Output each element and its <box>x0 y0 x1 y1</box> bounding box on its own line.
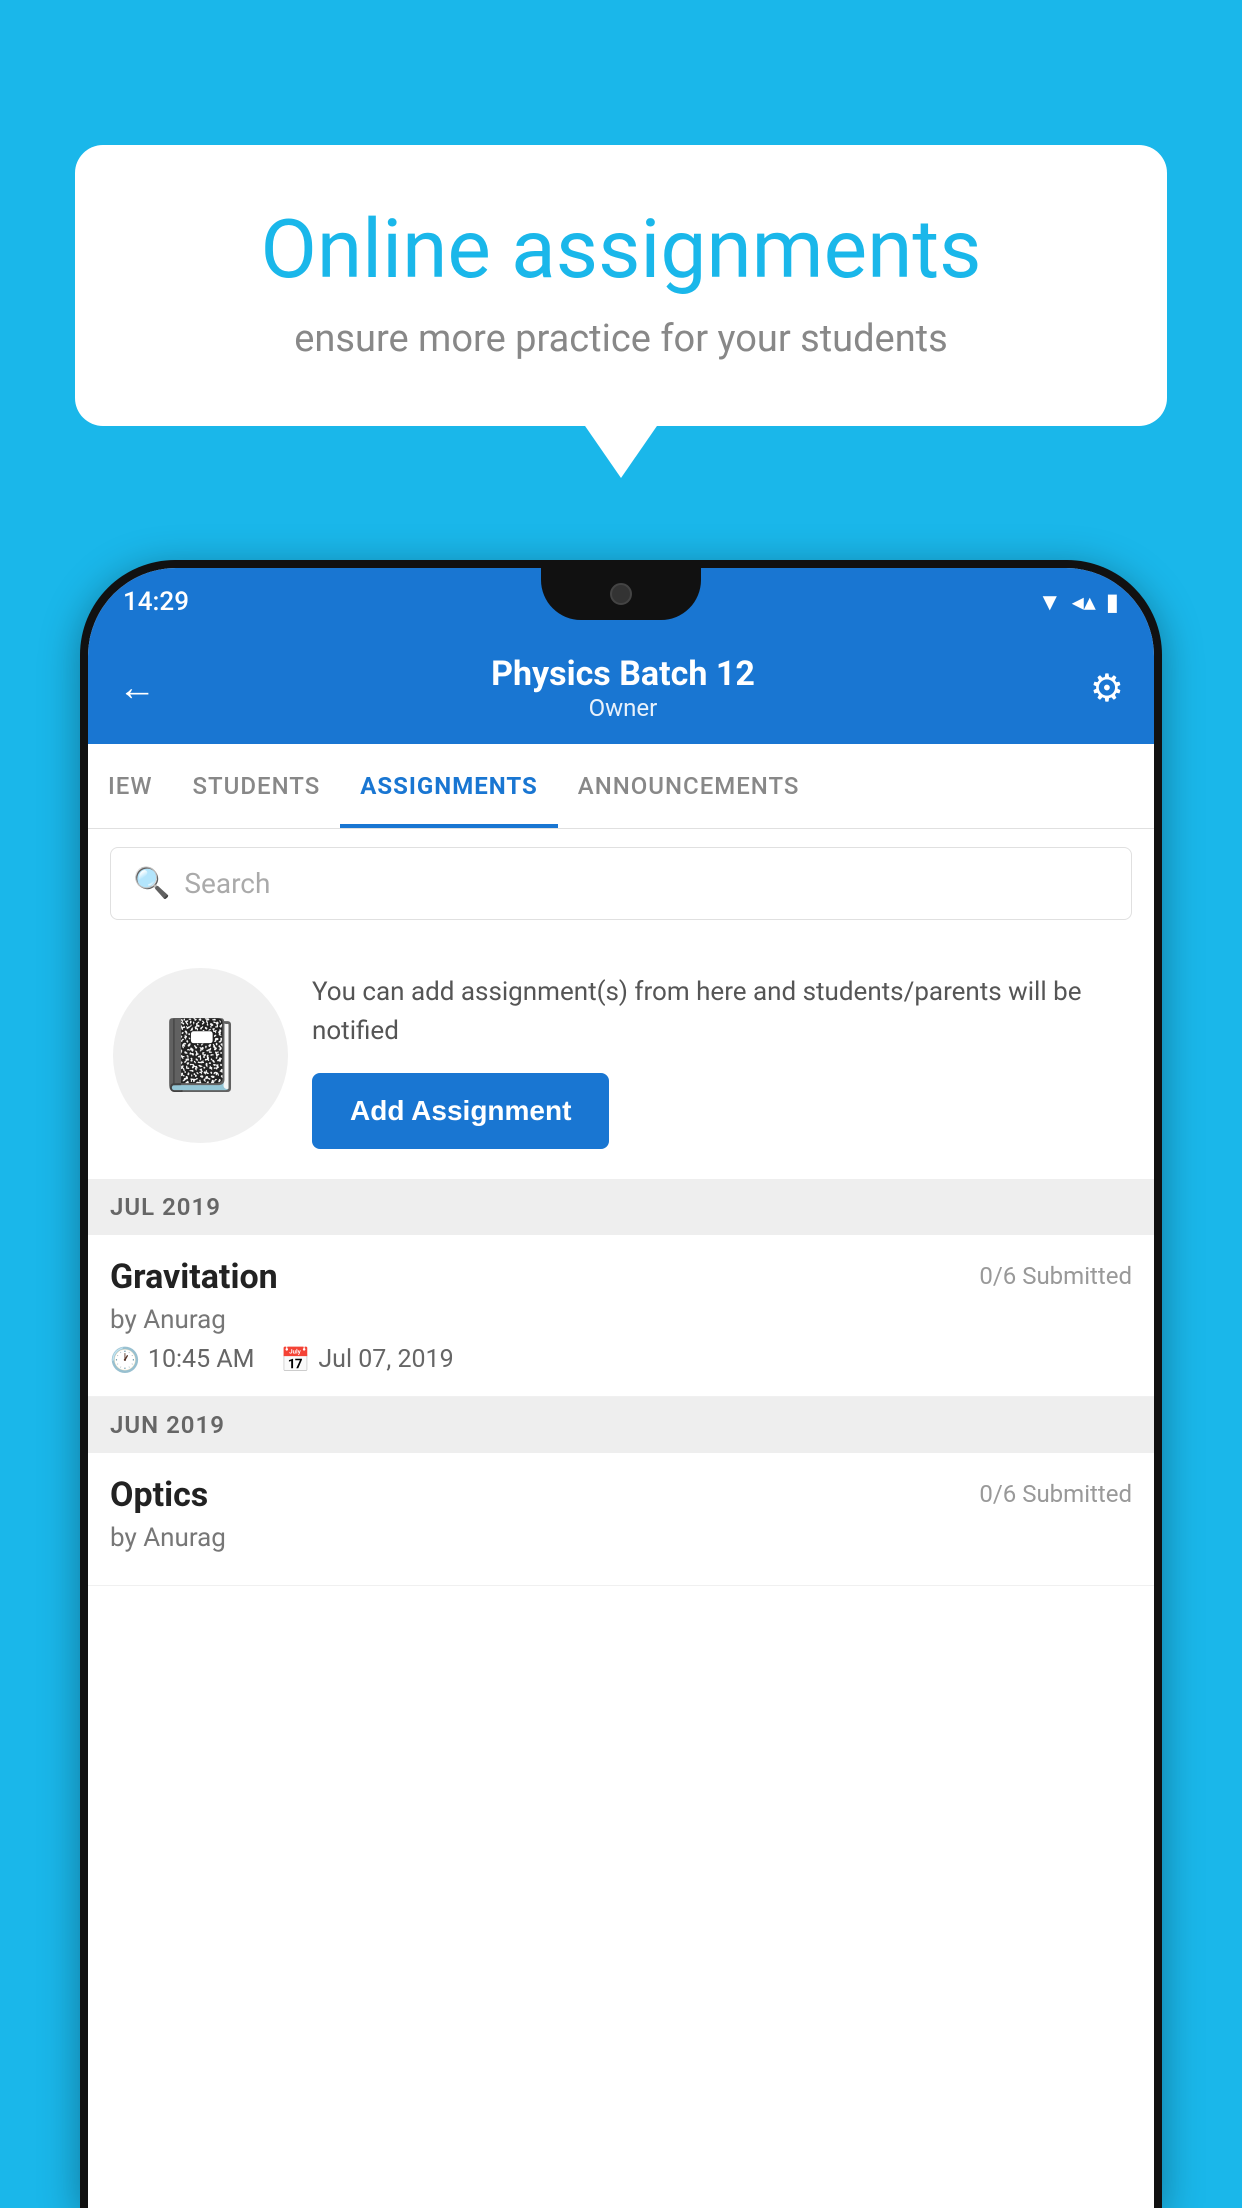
tabs-bar: IEW STUDENTS ASSIGNMENTS ANNOUNCEMENTS <box>88 744 1154 829</box>
notch <box>541 568 701 620</box>
camera <box>610 583 632 605</box>
status-time: 14:29 <box>123 587 189 617</box>
search-placeholder: Search <box>184 867 270 900</box>
section-jul-2019: JUL 2019 <box>88 1179 1154 1235</box>
meta-time-value: 10:45 AM <box>148 1345 255 1374</box>
assignment-submitted: 0/6 Submitted <box>979 1257 1132 1290</box>
meta-date: 📅 Jul 07, 2019 <box>280 1345 453 1374</box>
header-center: Physics Batch 12 Owner <box>491 654 755 722</box>
settings-icon[interactable]: ⚙ <box>1090 666 1124 711</box>
signal-icon: ◂▴ <box>1072 588 1096 616</box>
assignment-top-row-optics: Optics 0/6 Submitted <box>110 1475 1132 1515</box>
tab-iew[interactable]: IEW <box>88 744 172 828</box>
screen-body: 🔍 Search 📓 You can add assignment(s) fro… <box>88 829 1154 2208</box>
assignment-item-optics[interactable]: Optics 0/6 Submitted by Anurag <box>88 1453 1154 1586</box>
header-title: Physics Batch 12 <box>491 654 755 694</box>
meta-time: 🕐 10:45 AM <box>110 1345 254 1374</box>
speech-bubble-container: Online assignments ensure more practice … <box>75 145 1167 426</box>
search-container: 🔍 Search <box>88 829 1154 938</box>
bubble-title: Online assignments <box>145 205 1097 295</box>
meta-date-value: Jul 07, 2019 <box>318 1345 453 1374</box>
promo-section: 📓 You can add assignment(s) from here an… <box>88 938 1154 1179</box>
search-bar[interactable]: 🔍 Search <box>110 847 1132 920</box>
phone-frame: 14:29 ▼ ◂▴ ▮ ← Physics Batch 12 Owner ⚙ … <box>80 560 1162 2208</box>
clock-icon: 🕐 <box>110 1346 140 1374</box>
assignment-item-gravitation[interactable]: Gravitation 0/6 Submitted by Anurag 🕐 10… <box>88 1235 1154 1397</box>
header-subtitle: Owner <box>491 694 755 722</box>
bubble-subtitle: ensure more practice for your students <box>145 317 1097 361</box>
assignment-name: Gravitation <box>110 1257 278 1297</box>
app-header: ← Physics Batch 12 Owner ⚙ <box>88 636 1154 744</box>
assignment-name-optics: Optics <box>110 1475 208 1515</box>
back-button[interactable]: ← <box>118 666 156 710</box>
notebook-icon: 📓 <box>157 1015 244 1097</box>
search-icon: 🔍 <box>133 866 170 901</box>
status-bar: 14:29 ▼ ◂▴ ▮ <box>88 568 1154 636</box>
battery-icon: ▮ <box>1106 588 1119 616</box>
tab-assignments[interactable]: ASSIGNMENTS <box>340 744 558 828</box>
promo-icon-circle: 📓 <box>113 968 288 1143</box>
assignment-by: by Anurag <box>110 1305 1132 1335</box>
wifi-icon: ▼ <box>1038 588 1062 617</box>
add-assignment-button[interactable]: Add Assignment <box>312 1073 609 1149</box>
tab-students[interactable]: STUDENTS <box>172 744 340 828</box>
speech-bubble: Online assignments ensure more practice … <box>75 145 1167 426</box>
section-jun-2019: JUN 2019 <box>88 1397 1154 1453</box>
promo-right: You can add assignment(s) from here and … <box>312 968 1129 1149</box>
assignment-meta: 🕐 10:45 AM 📅 Jul 07, 2019 <box>110 1345 1132 1374</box>
assignment-top-row: Gravitation 0/6 Submitted <box>110 1257 1132 1297</box>
tab-announcements[interactable]: ANNOUNCEMENTS <box>558 744 820 828</box>
screen-wrapper: 14:29 ▼ ◂▴ ▮ ← Physics Batch 12 Owner ⚙ … <box>88 568 1154 2208</box>
promo-text: You can add assignment(s) from here and … <box>312 973 1129 1051</box>
calendar-icon: 📅 <box>280 1346 310 1374</box>
assignment-submitted-optics: 0/6 Submitted <box>979 1475 1132 1508</box>
status-icons: ▼ ◂▴ ▮ <box>1038 588 1119 617</box>
assignment-by-optics: by Anurag <box>110 1523 1132 1553</box>
